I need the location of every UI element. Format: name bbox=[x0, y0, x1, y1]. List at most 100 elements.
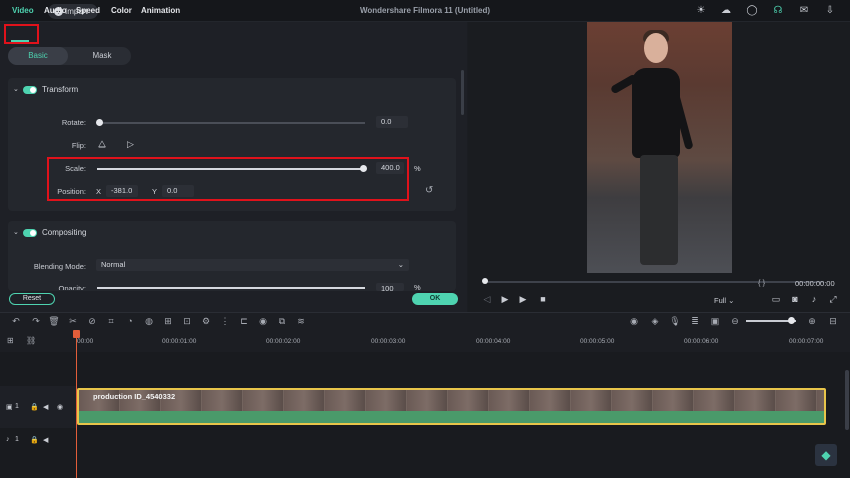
redo-icon[interactable]: ↷ bbox=[30, 315, 42, 327]
headset-icon[interactable]: ☊ bbox=[772, 5, 784, 17]
compositing-toggle[interactable] bbox=[23, 229, 37, 237]
fit-timeline-icon[interactable]: ⊟ bbox=[827, 315, 839, 327]
blend-mode-select[interactable]: Normal ⌄ bbox=[96, 259, 409, 271]
add-track-icon[interactable]: ⊞ bbox=[7, 336, 14, 345]
zoom-in-icon[interactable]: ⊕ bbox=[806, 315, 818, 327]
crop-icon[interactable]: ⌗ bbox=[105, 315, 117, 327]
subtab-basic[interactable]: Basic bbox=[8, 47, 68, 65]
opacity-value[interactable]: 100 bbox=[376, 283, 404, 291]
scale-slider[interactable] bbox=[97, 168, 365, 170]
prev-frame-icon[interactable]: ◁ bbox=[481, 294, 493, 305]
chevron-down-icon: ⌄ bbox=[397, 260, 404, 269]
position-y-value[interactable]: 0.0 bbox=[162, 185, 194, 197]
audio-wave-icon[interactable]: ≋ bbox=[295, 315, 307, 327]
rotate-slider-knob[interactable] bbox=[96, 119, 103, 126]
clip-thumbnails bbox=[79, 390, 824, 411]
quality-select[interactable]: Full ⌄ bbox=[714, 296, 734, 305]
bulb-icon[interactable]: ☀ bbox=[695, 5, 707, 17]
marker-icon[interactable]: ◈ bbox=[649, 315, 661, 327]
tab-video[interactable]: Video bbox=[12, 6, 34, 15]
ruler-tick-label: 00:00:02:00 bbox=[266, 338, 301, 345]
window-title: Wondershare Filmora 11 (Untitled) bbox=[359, 6, 491, 15]
transform-title: Transform bbox=[42, 85, 79, 94]
stop-icon[interactable]: ■ bbox=[537, 294, 549, 304]
monitor-icon[interactable]: ▭ bbox=[770, 294, 782, 305]
ruler-tick-label: 00:00:03:00 bbox=[371, 338, 406, 345]
fullscreen-icon[interactable]: ⤢ bbox=[827, 294, 839, 305]
ruler-tick-label: 00:00:01:00 bbox=[162, 338, 197, 345]
undo-icon[interactable]: ↶ bbox=[10, 315, 22, 327]
list-icon[interactable]: ≣ bbox=[689, 315, 701, 327]
position-x-label: X bbox=[96, 187, 102, 196]
stabilize-icon[interactable]: ⚙ bbox=[200, 315, 212, 327]
scale-label: Scale: bbox=[65, 164, 86, 173]
speed-icon[interactable]: ◔ bbox=[124, 315, 136, 327]
ruler-tick-label: 00:00:07:00 bbox=[789, 338, 824, 345]
render-icon[interactable]: ◉ bbox=[628, 315, 640, 327]
step-back-icon[interactable]: ▶ bbox=[499, 294, 511, 305]
tab-speed[interactable]: Speed bbox=[76, 6, 100, 15]
ruler-tick-label: 00:00:04:00 bbox=[476, 338, 511, 345]
tab-animation[interactable]: Animation bbox=[141, 6, 180, 15]
subtab-mask[interactable]: Mask bbox=[72, 47, 132, 65]
timeline-ruler[interactable] bbox=[0, 330, 850, 352]
split-icon[interactable]: ⊏ bbox=[238, 315, 250, 327]
tab-color[interactable]: Color bbox=[111, 6, 132, 15]
scale-slider-knob[interactable] bbox=[360, 165, 367, 172]
zoom-slider-knob[interactable] bbox=[788, 317, 795, 324]
reset-button[interactable]: Reset bbox=[9, 293, 55, 305]
cut-icon[interactable]: ✂ bbox=[67, 315, 79, 327]
panel-scrollbar[interactable] bbox=[461, 70, 464, 115]
mic-icon[interactable]: 🎙 bbox=[669, 315, 681, 327]
scale-value[interactable]: 400.0 bbox=[376, 162, 404, 174]
opacity-unit: % bbox=[414, 283, 421, 291]
lock-icon[interactable]: 🔒 bbox=[30, 436, 39, 444]
mail-icon[interactable]: ✉ bbox=[798, 5, 810, 17]
snapshot-icon[interactable]: ▣ bbox=[709, 315, 721, 327]
keyframe-icon[interactable]: ⋮ bbox=[219, 315, 231, 327]
flip-horizontal-icon[interactable]: ⧋ bbox=[98, 139, 106, 150]
speaker-icon[interactable]: ◀ bbox=[43, 436, 48, 444]
ok-button[interactable]: OK bbox=[412, 293, 458, 305]
fit-icon[interactable]: ⊡ bbox=[181, 315, 193, 327]
tab-audio[interactable]: Audio bbox=[44, 6, 67, 15]
tag-icon[interactable]: ⊘ bbox=[86, 315, 98, 327]
flip-vertical-icon[interactable]: ▷ bbox=[127, 139, 134, 150]
reset-transform-icon[interactable]: ↺ bbox=[425, 185, 433, 196]
chevron-down-icon[interactable]: ⌄ bbox=[13, 228, 19, 236]
record-icon[interactable]: ◉ bbox=[257, 315, 269, 327]
play-icon[interactable]: ▶ bbox=[517, 294, 529, 305]
camera-icon[interactable]: ◙ bbox=[789, 294, 801, 304]
opacity-slider[interactable] bbox=[97, 287, 365, 289]
video-track-number: 1 bbox=[15, 403, 19, 410]
eye-icon[interactable]: ◉ bbox=[57, 403, 63, 411]
playhead[interactable] bbox=[76, 330, 77, 478]
transform-toggle[interactable] bbox=[23, 86, 37, 94]
position-x-value[interactable]: -381.0 bbox=[106, 185, 138, 197]
link-icon[interactable]: ⛓ bbox=[26, 336, 36, 345]
playhead-handle[interactable] bbox=[73, 330, 80, 338]
chevron-down-icon[interactable]: ⌄ bbox=[13, 85, 19, 93]
lock-icon[interactable]: 🔒 bbox=[30, 403, 39, 411]
blend-mode-value: Normal bbox=[101, 260, 126, 269]
zoom-out-icon[interactable]: ⊖ bbox=[729, 315, 741, 327]
cloud-icon[interactable]: ☁ bbox=[720, 5, 732, 17]
green-screen-icon[interactable]: ⊞ bbox=[162, 315, 174, 327]
speaker-icon[interactable]: ◀ bbox=[43, 403, 48, 411]
preview-scrubber-knob[interactable] bbox=[482, 278, 488, 284]
color-icon[interactable]: ◍ bbox=[143, 315, 155, 327]
transition-icon[interactable]: ⧉ bbox=[276, 315, 288, 327]
mark-brackets[interactable]: { } bbox=[758, 278, 765, 287]
rotate-value[interactable]: 0.0 bbox=[376, 116, 408, 128]
download-icon[interactable]: ⇩ bbox=[824, 5, 836, 17]
video-clip[interactable]: production ID_4540332 bbox=[77, 388, 826, 425]
volume-icon[interactable]: ♪ bbox=[808, 294, 820, 304]
ruler-tick-label: 00:00:06:00 bbox=[684, 338, 719, 345]
rotate-slider[interactable] bbox=[97, 122, 365, 124]
rotate-label: Rotate: bbox=[61, 118, 86, 127]
delete-icon[interactable]: 🗑 bbox=[48, 315, 60, 327]
timeline-scrollbar[interactable] bbox=[845, 370, 849, 430]
user-icon[interactable]: ◯ bbox=[746, 5, 758, 17]
position-y-label: Y bbox=[152, 187, 158, 196]
preview-scrubber[interactable] bbox=[484, 281, 824, 283]
